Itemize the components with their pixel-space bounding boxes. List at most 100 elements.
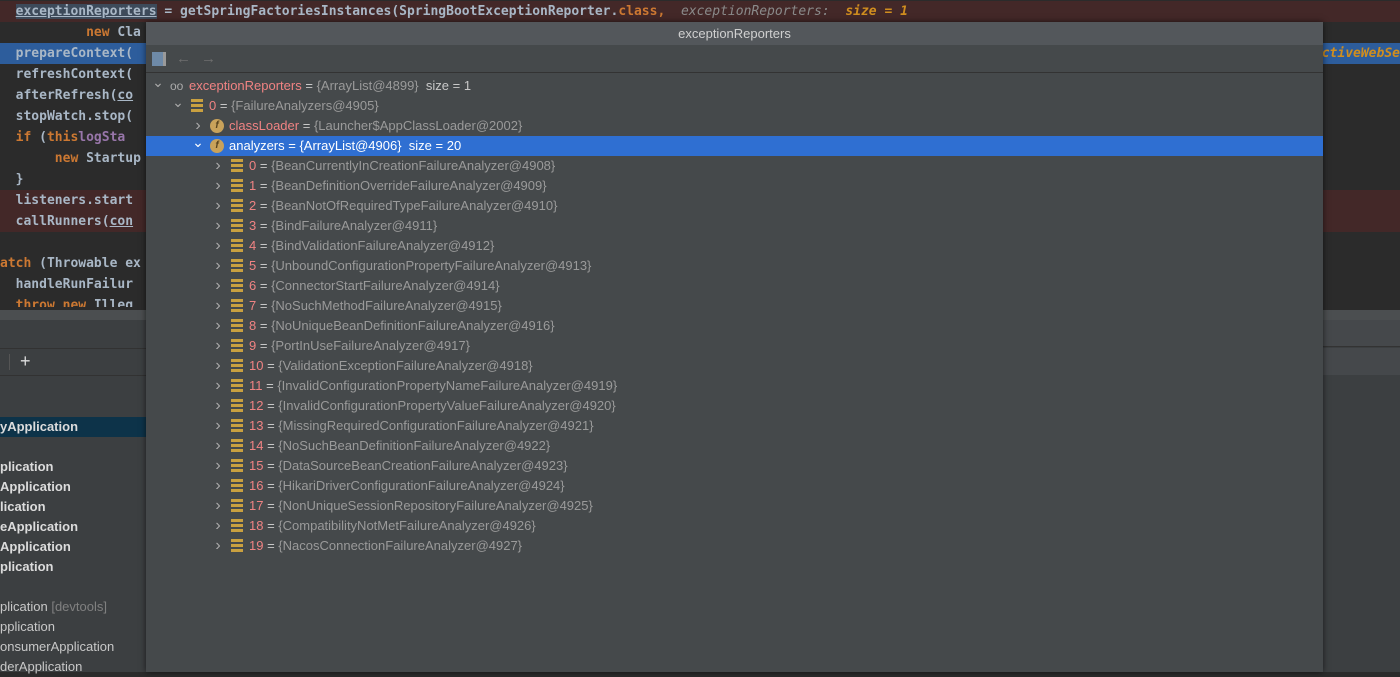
run-config-item[interactable]: derApplication <box>0 657 146 677</box>
run-config-item[interactable]: yApplication <box>0 417 146 437</box>
node-name: 16 <box>249 478 264 493</box>
run-config-item[interactable]: Application <box>0 537 146 557</box>
run-config-label: lication <box>0 499 46 514</box>
tree-node[interactable]: ⌄ 0 = {FailureAnalyzers@4905} <box>146 94 1323 116</box>
node-name: 6 <box>249 278 257 293</box>
add-icon[interactable]: + <box>20 351 31 372</box>
list-icon <box>231 199 243 212</box>
tree-node[interactable]: › 11 = {InvalidConfigurationPropertyNameF… <box>146 376 1323 396</box>
run-config-item[interactable]: Application <box>0 477 146 497</box>
chevron-right-icon[interactable]: › <box>212 376 224 396</box>
tree-node[interactable]: › 18 = {CompatibilityNotMetFailureAnalyze… <box>146 516 1323 536</box>
node-type: {InvalidConfigurationPropertyNameFailure… <box>277 378 618 393</box>
chevron-down-icon[interactable]: ⌄ <box>192 132 204 152</box>
list-icon <box>191 99 203 112</box>
code-line: exceptionReporters = getSpringFactoriesI… <box>0 1 1400 22</box>
run-config-label: yApplication <box>0 419 79 434</box>
tree-node[interactable]: › 3 = {BindFailureAnalyzer@4911} <box>146 216 1323 236</box>
back-arrow-icon[interactable]: ← <box>176 50 191 67</box>
node-type: {BeanCurrentlyInCreationFailureAnalyzer@… <box>271 158 556 173</box>
node-name: 2 <box>249 198 257 213</box>
node-type: {PortInUseFailureAnalyzer@4917} <box>271 338 470 353</box>
popup-title: exceptionReporters <box>146 22 1323 45</box>
run-config-item[interactable]: lication <box>0 497 146 517</box>
chevron-right-icon[interactable]: › <box>212 236 224 256</box>
tree-node[interactable]: › 17 = {NonUniqueSessionRepositoryFailure… <box>146 496 1323 516</box>
tree-node[interactable]: › 5 = {UnboundConfigurationPropertyFailur… <box>146 256 1323 276</box>
forward-arrow-icon[interactable]: → <box>201 50 216 67</box>
chevron-right-icon[interactable]: › <box>212 516 224 536</box>
list-icon <box>231 239 243 252</box>
chevron-right-icon[interactable]: › <box>212 156 224 176</box>
node-type: {ArrayList@4906} <box>299 138 402 153</box>
node-name: 12 <box>249 398 264 413</box>
chevron-right-icon[interactable]: › <box>212 316 224 336</box>
chevron-right-icon[interactable]: › <box>212 256 224 276</box>
chevron-right-icon[interactable]: › <box>212 436 224 456</box>
node-type: {BindValidationFailureAnalyzer@4912} <box>271 238 495 253</box>
list-icon <box>231 459 243 472</box>
list-icon <box>231 439 243 452</box>
run-config-item[interactable]: plication <box>0 557 146 577</box>
list-icon <box>231 319 243 332</box>
tree-node[interactable]: › 4 = {BindValidationFailureAnalyzer@4912… <box>146 236 1323 256</box>
chevron-right-icon[interactable]: › <box>212 496 224 516</box>
run-config-label: plication <box>0 599 48 614</box>
chevron-right-icon[interactable]: › <box>212 196 224 216</box>
add-to-watches-icon[interactable] <box>152 51 166 66</box>
node-name: 15 <box>249 458 264 473</box>
tree-node[interactable]: › 1 = {BeanDefinitionOverrideFailureAnaly… <box>146 176 1323 196</box>
node-type: {NonUniqueSessionRepositoryFailureAnalyz… <box>278 498 593 513</box>
chevron-right-icon[interactable]: › <box>212 476 224 496</box>
tree-node[interactable]: › 13 = {MissingRequiredConfigurationFailu… <box>146 416 1323 436</box>
list-icon <box>231 539 243 552</box>
field-icon: f <box>210 119 224 133</box>
run-config-item[interactable]: plication [devtools] <box>0 597 146 617</box>
chevron-right-icon[interactable]: › <box>212 396 224 416</box>
node-name: exceptionReporters <box>189 78 302 93</box>
tree-node[interactable]: › 9 = {PortInUseFailureAnalyzer@4917} <box>146 336 1323 356</box>
tree-node[interactable]: › 7 = {NoSuchMethodFailureAnalyzer@4915} <box>146 296 1323 316</box>
tree-node[interactable]: › 12 = {InvalidConfigurationPropertyValue… <box>146 396 1323 416</box>
node-type: {ConnectorStartFailureAnalyzer@4914} <box>271 278 500 293</box>
tree-node[interactable]: ⌄ f analyzers = {ArrayList@4906} size = 20 <box>146 134 1323 156</box>
run-config-item[interactable]: onsumerApplication <box>0 637 146 657</box>
watch-icon: oo <box>170 79 184 93</box>
tree-node[interactable]: › 10 = {ValidationExceptionFailureAnalyze… <box>146 356 1323 376</box>
run-config-suffix: [devtools] <box>51 599 107 614</box>
tree-node[interactable]: › 2 = {BeanNotOfRequiredTypeFailureAnalyz… <box>146 196 1323 216</box>
chevron-down-icon[interactable]: ⌄ <box>152 72 164 92</box>
run-config-label: eApplication <box>0 519 79 534</box>
node-type: {NoSuchMethodFailureAnalyzer@4915} <box>271 298 502 313</box>
tree-node[interactable]: › 14 = {NoSuchBeanDefinitionFailureAnalyz… <box>146 436 1323 456</box>
tree-node[interactable]: › f classLoader = {Launcher$AppClassLoader… <box>146 116 1323 136</box>
tree-node[interactable]: › 0 = {BeanCurrentlyInCreationFailureAnal… <box>146 156 1323 176</box>
tree-node[interactable]: › 16 = {HikariDriverConfigurationFailureA… <box>146 476 1323 496</box>
run-config-item[interactable]: eApplication <box>0 517 146 537</box>
chevron-right-icon[interactable]: › <box>212 536 224 556</box>
chevron-right-icon[interactable]: › <box>212 216 224 236</box>
run-config-item[interactable]: pplication <box>0 617 146 637</box>
run-config-item[interactable]: plication <box>0 457 146 477</box>
chevron-right-icon[interactable]: › <box>212 276 224 296</box>
chevron-right-icon[interactable]: › <box>212 296 224 316</box>
tree-node[interactable]: ⌄ oo exceptionReporters = {ArrayList@4899}… <box>146 74 1323 96</box>
chevron-right-icon[interactable]: › <box>212 336 224 356</box>
tree-node[interactable]: › 19 = {NacosConnectionFailureAnalyzer@49… <box>146 536 1323 556</box>
toolbar-separator <box>9 354 10 370</box>
list-icon <box>231 259 243 272</box>
chevron-right-icon[interactable]: › <box>212 176 224 196</box>
inline-debug-hint: exceptionReporters: <box>680 4 830 19</box>
chevron-right-icon[interactable]: › <box>212 416 224 436</box>
chevron-down-icon[interactable]: ⌄ <box>172 92 184 112</box>
tree-node[interactable]: › 8 = {NoUniqueBeanDefinitionFailureAnaly… <box>146 316 1323 336</box>
node-type: {NacosConnectionFailureAnalyzer@4927} <box>278 538 523 553</box>
list-icon <box>231 359 243 372</box>
tree-node[interactable]: › 15 = {DataSourceBeanCreationFailureAnal… <box>146 456 1323 476</box>
run-config-label: plication <box>0 459 54 474</box>
node-name: 0 <box>209 98 217 113</box>
chevron-right-icon[interactable]: › <box>212 456 224 476</box>
tree-node[interactable]: › 6 = {ConnectorStartFailureAnalyzer@4914… <box>146 276 1323 296</box>
node-type: {MissingRequiredConfigurationFailureAnal… <box>278 418 594 433</box>
chevron-right-icon[interactable]: › <box>212 356 224 376</box>
